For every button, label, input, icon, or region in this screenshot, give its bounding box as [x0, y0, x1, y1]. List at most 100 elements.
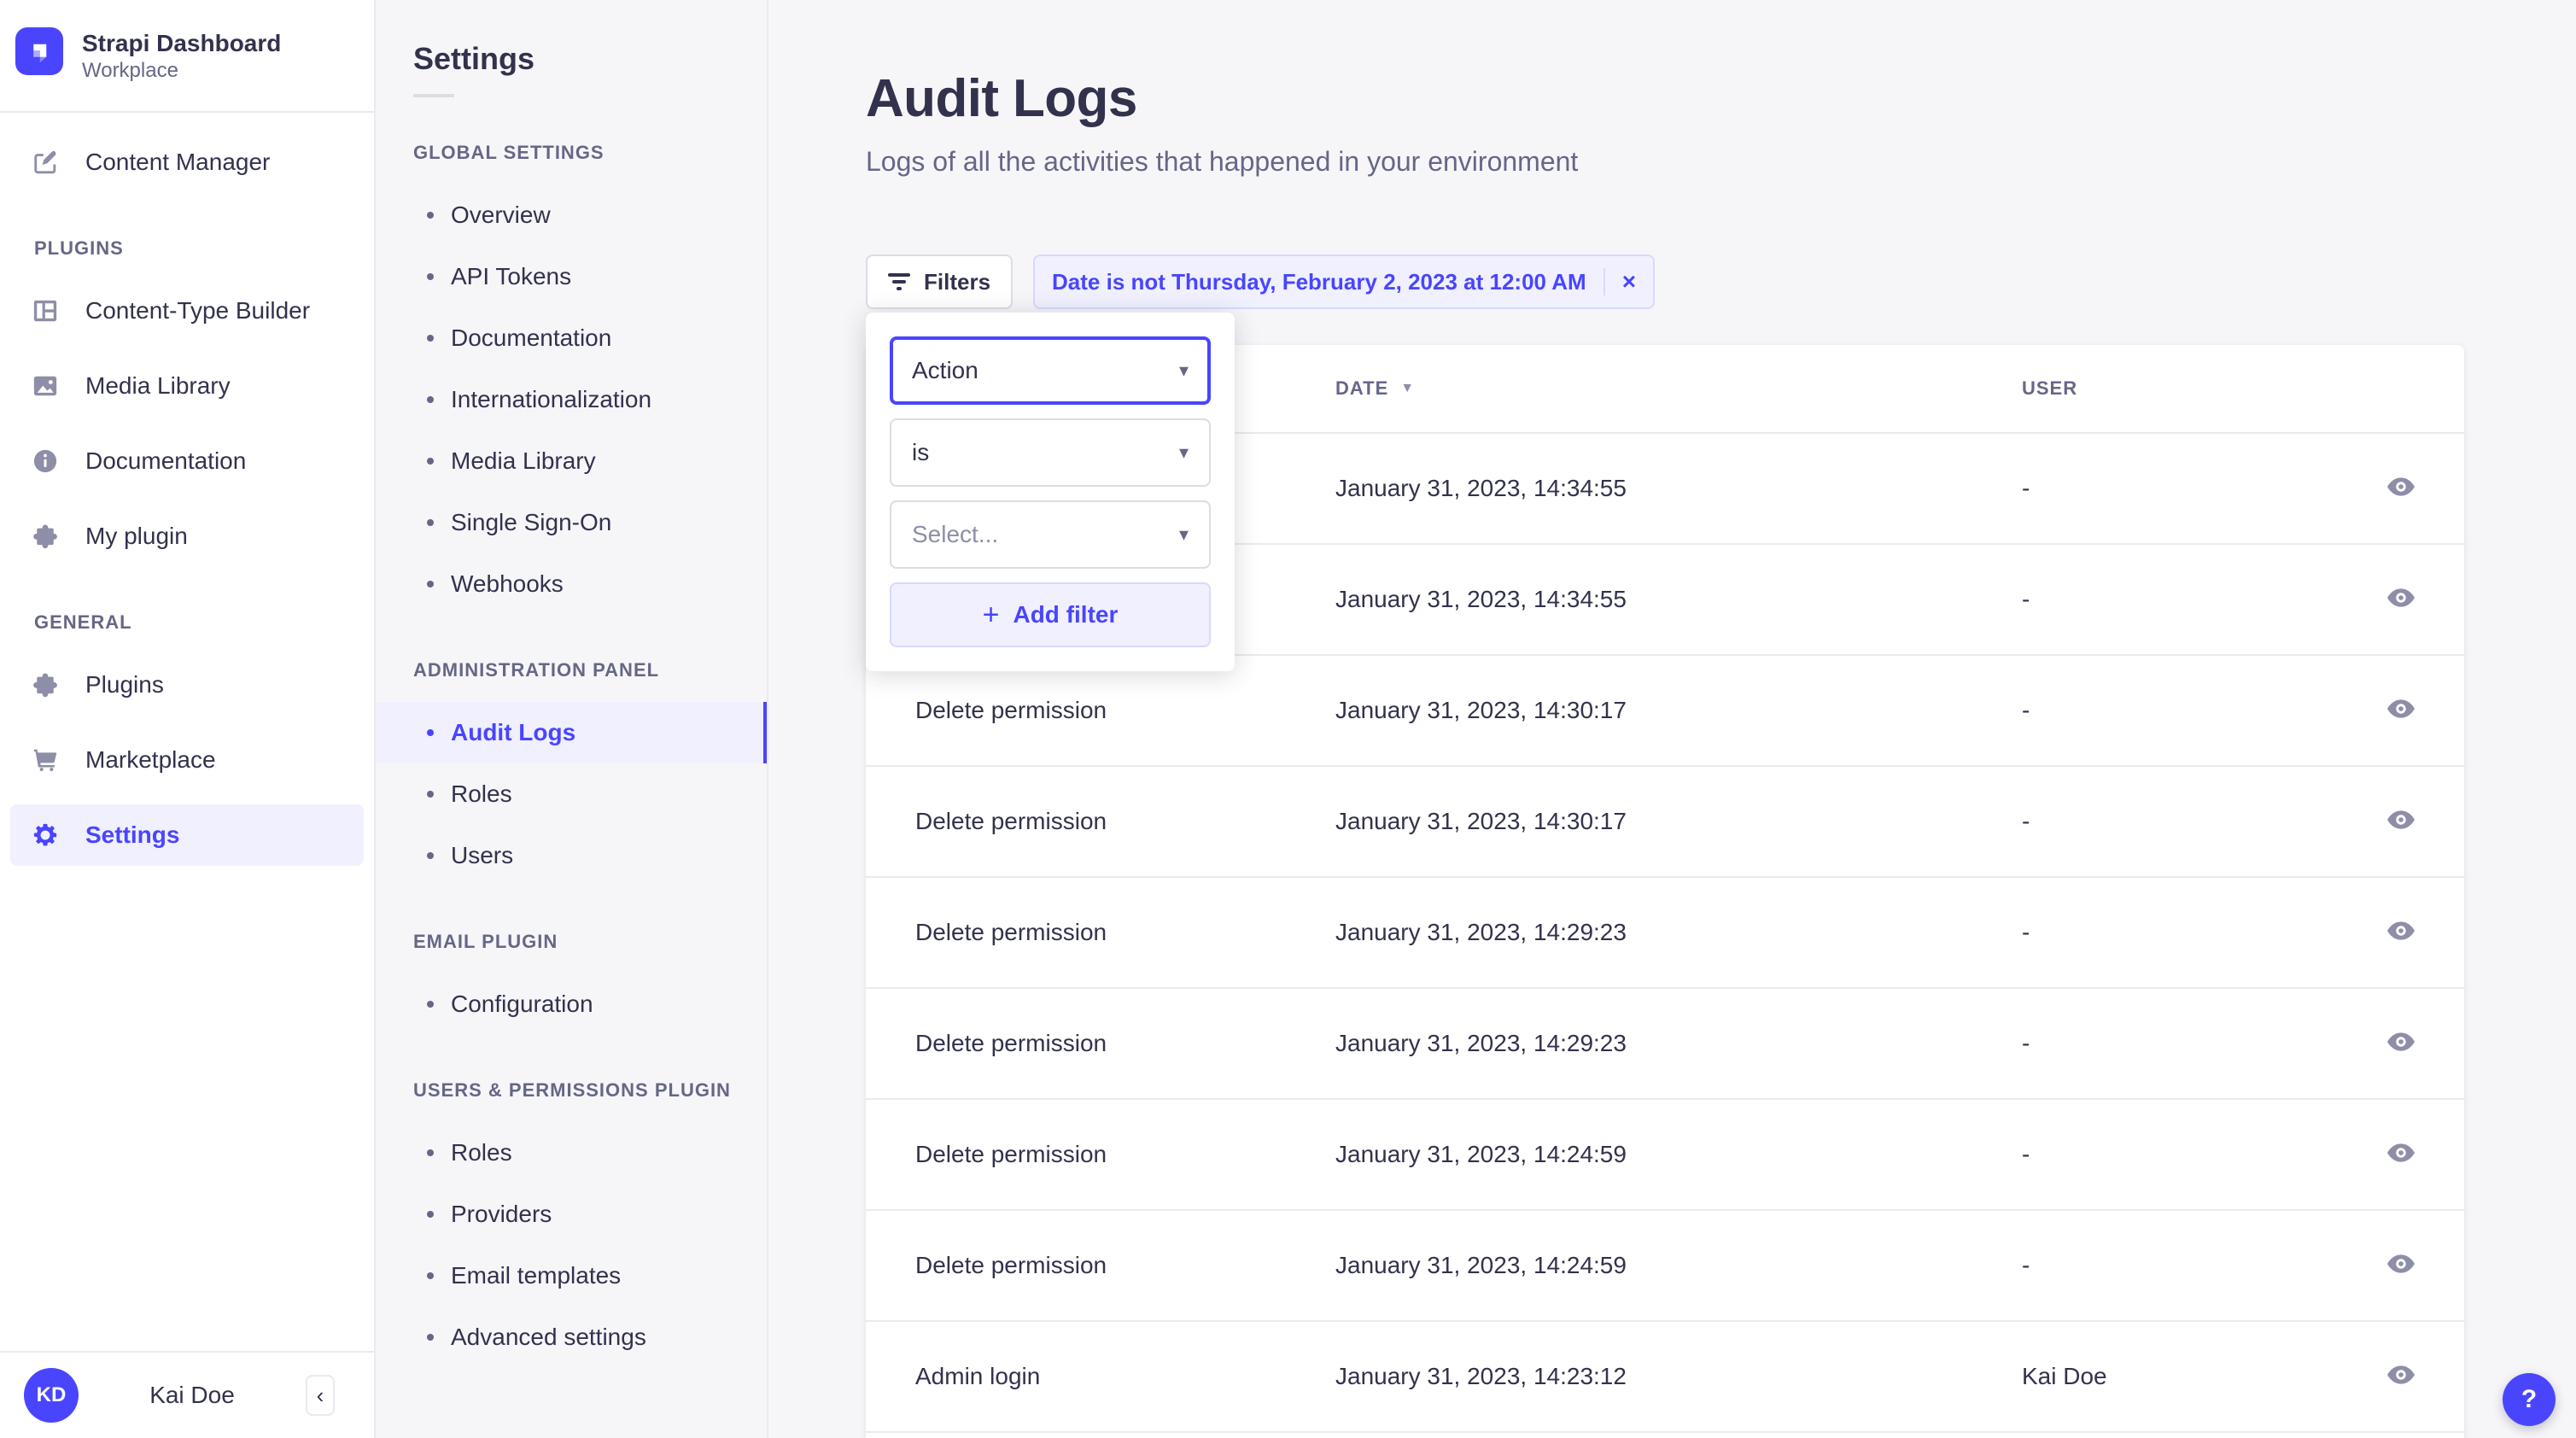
- view-details-button[interactable]: [2377, 1131, 2425, 1178]
- close-icon[interactable]: ×: [1622, 270, 1636, 294]
- subnav-item-advanced-settings[interactable]: Advanced settings: [376, 1306, 767, 1368]
- cell-date: January 31, 2023, 14:29:23: [1335, 919, 2022, 946]
- subnav-item-audit-logs[interactable]: Audit Logs: [376, 702, 767, 763]
- workspace-switcher[interactable]: Strapi Dashboard Workplace: [0, 0, 374, 113]
- workspace-title: Strapi Dashboard: [82, 27, 281, 58]
- cell-date: January 31, 2023, 14:34:55: [1335, 586, 2022, 613]
- puzzle-icon: [32, 523, 58, 549]
- subnav-item-api-tokens[interactable]: API Tokens: [376, 246, 767, 307]
- sidebar-item-documentation[interactable]: Documentation: [10, 430, 364, 492]
- image-icon: [32, 373, 58, 399]
- cell-date: January 31, 2023, 14:30:17: [1335, 808, 2022, 835]
- cell-user: -: [2022, 1141, 2338, 1168]
- table-row: Delete permission January 31, 2023, 14:3…: [866, 656, 2464, 767]
- help-button[interactable]: ?: [2503, 1373, 2556, 1426]
- subnav-item-internationalization[interactable]: Internationalization: [376, 369, 767, 430]
- sidebar-item-plugins[interactable]: Plugins: [10, 654, 364, 716]
- bullet-icon: [427, 273, 434, 280]
- view-details-button[interactable]: [2377, 1020, 2425, 1067]
- pen-icon: [32, 149, 58, 175]
- column-header-date[interactable]: DATE ▼: [1335, 377, 2022, 400]
- subnav-item-label: Overview: [451, 202, 551, 229]
- subnav-item-users[interactable]: Users: [376, 825, 767, 886]
- page-header: Audit Logs Logs of all the activities th…: [768, 0, 2576, 178]
- view-details-button[interactable]: [2377, 1242, 2425, 1289]
- puzzle-icon: [32, 672, 58, 698]
- view-details-button[interactable]: [2377, 687, 2425, 734]
- question-mark-icon: ?: [2521, 1385, 2537, 1414]
- cell-user: -: [2022, 1030, 2338, 1057]
- page-subtitle: Logs of all the activities that happened…: [866, 146, 2576, 178]
- subnav-item-providers[interactable]: Providers: [376, 1184, 767, 1245]
- table-row: Admin login January 31, 2023, 14:23:12 K…: [866, 1322, 2464, 1433]
- page-title: Audit Logs: [866, 68, 2576, 129]
- view-details-button[interactable]: [2377, 909, 2425, 956]
- view-details-button[interactable]: [2377, 465, 2425, 512]
- view-details-button[interactable]: [2377, 1353, 2425, 1400]
- subnav-item-documentation[interactable]: Documentation: [376, 307, 767, 369]
- sidebar-item-content-type-builder[interactable]: Content-Type Builder: [10, 280, 364, 342]
- subnav-item-label: Audit Logs: [451, 719, 575, 746]
- main-content: Audit Logs Logs of all the activities th…: [768, 0, 2576, 1438]
- sidebar-item-content-manager[interactable]: Content Manager: [10, 132, 364, 193]
- bullet-icon: [427, 729, 434, 736]
- cell-date: January 31, 2023, 14:23:12: [1335, 1363, 2022, 1390]
- subnav-item-media-library[interactable]: Media Library: [376, 430, 767, 492]
- filters-bar: Filters Date is not Thursday, February 2…: [866, 254, 2576, 309]
- subnav-item-overview[interactable]: Overview: [376, 184, 767, 246]
- filter-chip-label: Date is not Thursday, February 2, 2023 a…: [1052, 269, 1586, 295]
- subnav-item-up-roles[interactable]: Roles: [376, 1122, 767, 1184]
- filters-button-label: Filters: [924, 269, 990, 295]
- subnav-divider: [413, 94, 454, 97]
- sidebar-item-label: Content-Type Builder: [85, 297, 310, 324]
- eye-icon: [2387, 1253, 2415, 1279]
- cell-date: January 31, 2023, 14:29:23: [1335, 1030, 2022, 1057]
- subnav-item-label: Configuration: [451, 991, 593, 1018]
- subnav-item-roles[interactable]: Roles: [376, 763, 767, 825]
- subnav-item-configuration[interactable]: Configuration: [376, 973, 767, 1035]
- eye-icon: [2387, 476, 2415, 502]
- filter-value-select[interactable]: Select... ▾: [890, 500, 1211, 569]
- add-filter-button[interactable]: + Add filter: [890, 582, 1211, 647]
- subnav-item-single-sign-on[interactable]: Single Sign-On: [376, 492, 767, 553]
- view-details-button[interactable]: [2377, 798, 2425, 845]
- collapse-sidebar-button[interactable]: ‹: [306, 1375, 335, 1416]
- column-header-label: DATE: [1335, 377, 1388, 400]
- filter-field-select[interactable]: Action ▾: [890, 336, 1211, 405]
- info-icon: [32, 448, 58, 474]
- filter-operator-select[interactable]: is ▾: [890, 418, 1211, 487]
- sidebar-item-label: Content Manager: [85, 149, 270, 176]
- bullet-icon: [427, 1272, 434, 1279]
- bullet-icon: [427, 519, 434, 526]
- cell-action: Delete permission: [866, 1252, 1335, 1279]
- eye-icon: [2387, 698, 2415, 724]
- table-row: Delete permission January 31, 2023, 14:2…: [866, 1211, 2464, 1322]
- chevron-down-icon: ▾: [1179, 525, 1189, 544]
- add-filter-label: Add filter: [1013, 601, 1118, 628]
- view-details-button[interactable]: [2377, 576, 2425, 623]
- user-menu[interactable]: KD Kai Doe ‹: [0, 1351, 374, 1438]
- sidebar-item-settings[interactable]: Settings: [10, 804, 364, 866]
- table-row: Delete permission January 31, 2023, 14:2…: [866, 878, 2464, 989]
- cell-user: -: [2022, 919, 2338, 946]
- bullet-icon: [427, 1211, 434, 1218]
- subnav-item-email-templates[interactable]: Email templates: [376, 1245, 767, 1306]
- subnav-group-administration-panel: ADMINISTRATION PANEL: [376, 659, 767, 681]
- avatar: KD: [24, 1368, 79, 1423]
- filters-button[interactable]: Filters: [866, 254, 1013, 309]
- bullet-icon: [427, 458, 434, 465]
- eye-icon: [2387, 1364, 2415, 1390]
- filter-chip[interactable]: Date is not Thursday, February 2, 2023 a…: [1033, 254, 1655, 309]
- sidebar-item-label: My plugin: [85, 523, 188, 550]
- sidebar-item-my-plugin[interactable]: My plugin: [10, 506, 364, 567]
- subnav-item-label: Single Sign-On: [451, 509, 611, 536]
- subnav-item-webhooks[interactable]: Webhooks: [376, 553, 767, 615]
- sidebar-item-label: Settings: [85, 821, 179, 849]
- strapi-logo-icon: [15, 27, 63, 75]
- subnav-group-users-permissions-plugin: USERS & PERMISSIONS PLUGIN: [376, 1079, 767, 1102]
- filter-field-value: Action: [912, 357, 978, 384]
- sidebar-item-marketplace[interactable]: Marketplace: [10, 729, 364, 791]
- main-sidebar: Strapi Dashboard Workplace Content Manag…: [0, 0, 376, 1438]
- cell-action: Delete permission: [866, 808, 1335, 835]
- sidebar-item-media-library[interactable]: Media Library: [10, 355, 364, 417]
